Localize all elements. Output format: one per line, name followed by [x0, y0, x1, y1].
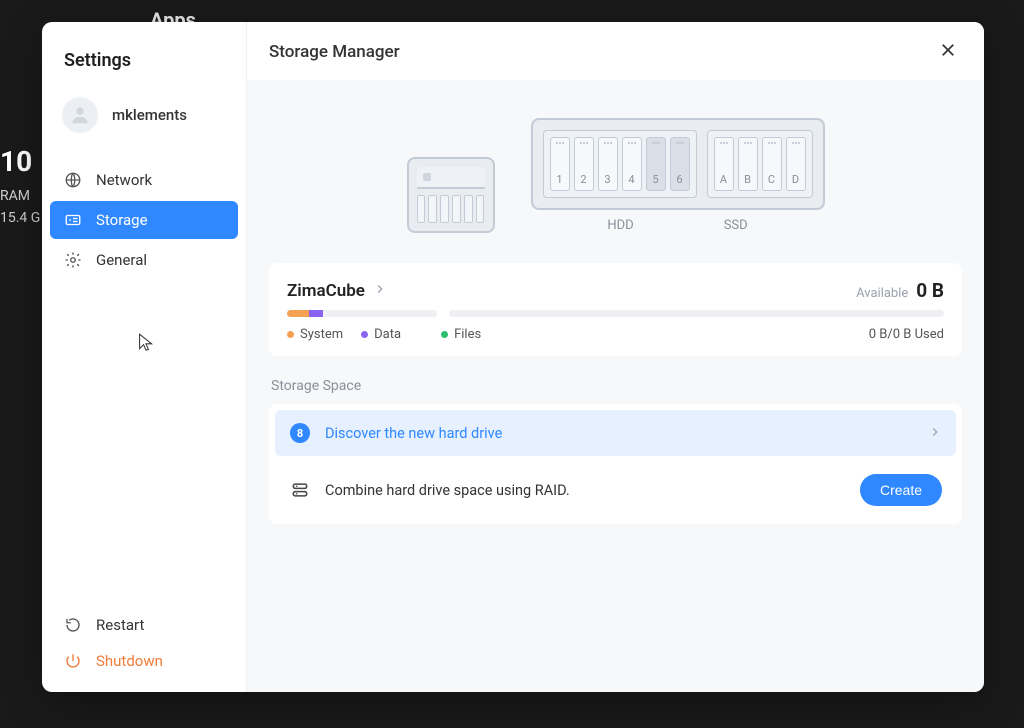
- main-content: 1 2 3 4 5 6 A B C D: [247, 80, 984, 692]
- page-title: Storage Manager: [269, 42, 400, 62]
- legend: System Data Files: [287, 327, 481, 342]
- storage-icon: [64, 211, 82, 229]
- chevron-right-icon: [373, 281, 387, 300]
- available-label: Available: [856, 286, 908, 301]
- hdd-label: HDD: [607, 218, 633, 233]
- legend-dot-files: [441, 331, 448, 338]
- section-title-storage-space: Storage Space: [271, 378, 962, 394]
- shutdown-label: Shutdown: [96, 652, 163, 670]
- sidebar-item-label: Storage: [96, 211, 148, 229]
- hdd-bay-5: 5: [646, 137, 666, 191]
- ssd-label: SSD: [724, 218, 748, 233]
- close-button[interactable]: [934, 38, 962, 66]
- restart-label: Restart: [96, 616, 144, 634]
- avatar: [62, 97, 98, 133]
- usage-bar-files: [449, 310, 944, 317]
- power-icon: [64, 652, 82, 670]
- legend-dot-data: [361, 331, 368, 338]
- sidebar: Settings mklements Network Storage: [42, 22, 247, 692]
- device-diagram: 1 2 3 4 5 6 A B C D: [269, 118, 962, 233]
- user-row[interactable]: mklements: [50, 89, 238, 141]
- legend-dot-system: [287, 331, 294, 338]
- hdd-bay-6: 6: [670, 137, 690, 191]
- ssd-bay-b: B: [738, 137, 758, 191]
- storage-name-link[interactable]: ZimaCube: [287, 281, 387, 301]
- sidebar-item-label: Network: [96, 171, 152, 189]
- settings-modal: Settings mklements Network Storage: [42, 22, 984, 692]
- username: mklements: [112, 106, 187, 124]
- hdd-bay-4: 4: [622, 137, 642, 191]
- usage-bars: [287, 310, 944, 317]
- restart-button[interactable]: Restart: [50, 608, 238, 642]
- available-block: Available 0 B: [856, 279, 944, 302]
- sidebar-item-network[interactable]: Network: [50, 161, 238, 199]
- used-text: 0 B/0 B Used: [869, 327, 944, 342]
- close-icon: [939, 41, 957, 63]
- globe-icon: [64, 171, 82, 189]
- available-value: 0 B: [916, 279, 944, 302]
- sidebar-nav: Network Storage General: [50, 161, 238, 279]
- hdd-bay-2: 2: [574, 137, 594, 191]
- raid-text: Combine hard drive space using RAID.: [325, 482, 846, 499]
- drives-icon: [289, 479, 311, 501]
- chevron-right-icon: [928, 424, 942, 443]
- legend-data: Data: [374, 327, 401, 342]
- storage-space-list: 8 Discover the new hard drive Combine ha…: [269, 404, 962, 524]
- sidebar-item-general[interactable]: General: [50, 241, 238, 279]
- main-panel: Storage Manager: [247, 22, 984, 692]
- discover-text: Discover the new hard drive: [325, 425, 914, 442]
- sidebar-title: Settings: [50, 40, 238, 89]
- restart-icon: [64, 616, 82, 634]
- create-raid-button[interactable]: Create: [860, 474, 942, 506]
- ssd-bays: A B C D: [707, 130, 813, 198]
- discover-count-badge: 8: [290, 423, 310, 443]
- sidebar-bottom: Restart Shutdown: [50, 598, 238, 678]
- usage-bar-system: [287, 310, 437, 317]
- device-enclosure: 1 2 3 4 5 6 A B C D: [531, 118, 825, 210]
- sidebar-item-label: General: [96, 251, 147, 269]
- discover-drive-row[interactable]: 8 Discover the new hard drive: [275, 410, 956, 456]
- sidebar-item-storage[interactable]: Storage: [50, 201, 238, 239]
- hdd-bay-1: 1: [550, 137, 570, 191]
- main-header: Storage Manager: [247, 22, 984, 80]
- background-stats: 10 RAM 15.4 G: [0, 140, 40, 230]
- hdd-bay-3: 3: [598, 137, 618, 191]
- storage-name: ZimaCube: [287, 281, 365, 301]
- hdd-bays: 1 2 3 4 5 6: [543, 130, 697, 198]
- legend-files: Files: [454, 327, 481, 342]
- shutdown-button[interactable]: Shutdown: [50, 644, 238, 678]
- legend-system: System: [300, 327, 343, 342]
- ssd-bay-c: C: [762, 137, 782, 191]
- gear-icon: [64, 251, 82, 269]
- ssd-bay-d: D: [786, 137, 806, 191]
- ssd-bay-a: A: [714, 137, 734, 191]
- device-unit-main: [407, 157, 495, 233]
- storage-summary-card: ZimaCube Available 0 B: [269, 263, 962, 356]
- raid-row: Combine hard drive space using RAID. Cre…: [275, 462, 956, 518]
